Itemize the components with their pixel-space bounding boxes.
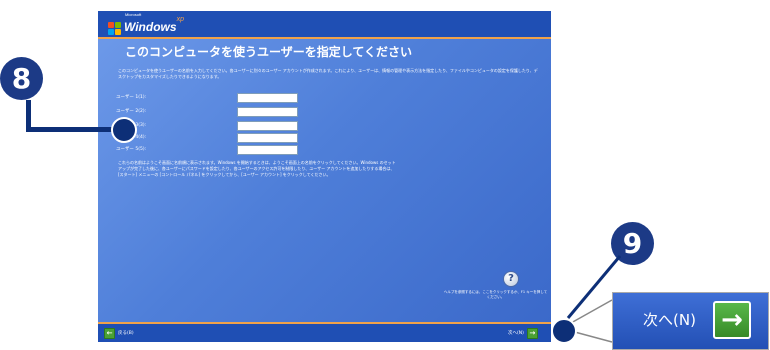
zoom-pointer-line-top — [570, 299, 613, 324]
zoom-pointer-line-bottom — [570, 330, 613, 343]
zoom-next-label: 次へ(N) — [643, 311, 696, 329]
zoom-arrow-right-icon[interactable]: → — [713, 301, 751, 339]
next-button-zoom: 次へ(N) → — [612, 292, 769, 350]
callout-9-dot — [551, 318, 577, 344]
